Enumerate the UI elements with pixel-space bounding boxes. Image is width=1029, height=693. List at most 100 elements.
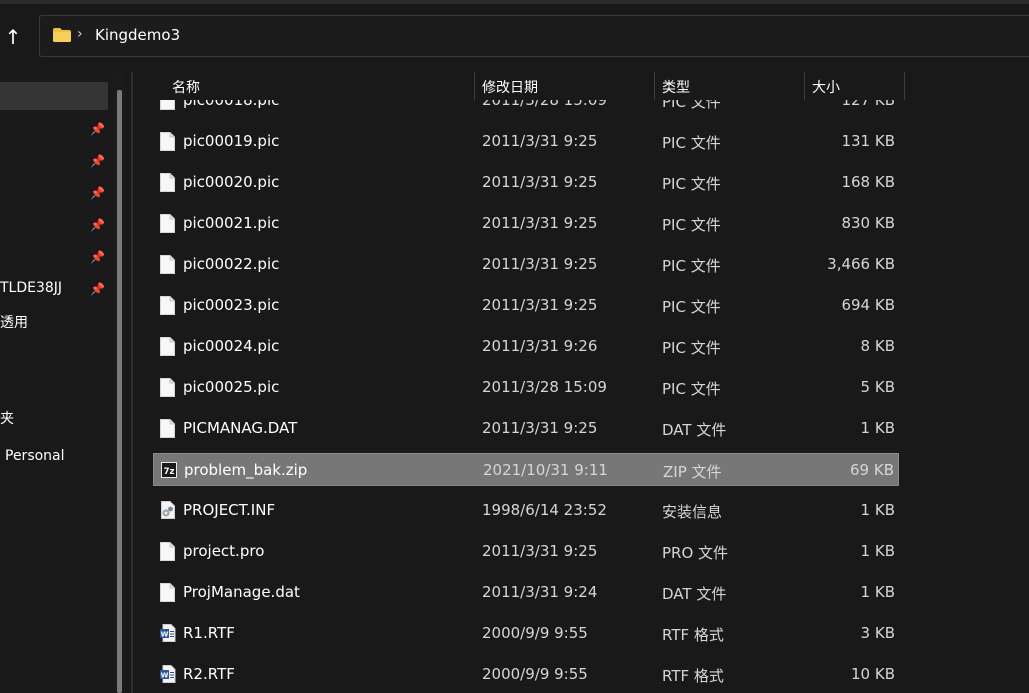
column-modified[interactable]: 修改日期 [482,77,538,97]
svg-text:W: W [161,631,169,639]
file-name: pic00020.pic [183,173,280,191]
word-doc-icon: W [160,624,176,643]
file-row[interactable]: project.pro 2011/3/31 9:25 PRO 文件 1 KB [153,535,899,568]
file-size: 5 KB [860,378,895,396]
file-row[interactable]: W R2.RTF 2000/9/9 9:55 RTF 格式 10 KB [153,658,899,691]
navigation-pane: 📌 📌 📌 📌 📌 📌 TLDE38JJ 透用 夹 Personal [0,72,130,693]
file-name: pic00022.pic [183,255,280,273]
file-name: problem_bak.zip [184,461,308,479]
file-row[interactable]: pic00022.pic 2011/3/31 9:25 PIC 文件 3,466 KB [153,248,899,281]
folder-icon [53,28,71,42]
file-size: 830 KB [841,214,895,232]
file-row[interactable]: PICMANAG.DAT 2011/3/31 9:25 DAT 文件 1 KB [153,412,899,445]
file-date: 2021/10/31 9:11 [483,461,608,479]
file-row[interactable]: pic00023.pic 2011/3/31 9:25 PIC 文件 694 KB [153,289,899,322]
file-row[interactable]: pic00025.pic 2011/3/28 15:09 PIC 文件 5 KB [153,371,899,404]
nav-item-selected[interactable] [0,82,108,110]
nav-item-label[interactable]: TLDE38JJ [0,280,62,296]
column-divider[interactable] [474,72,475,100]
file-type: PIC 文件 [662,134,721,152]
file-name: pic00019.pic [183,132,280,150]
pin-icon: 📌 [90,154,105,168]
file-row[interactable]: pic00019.pic 2011/3/31 9:25 PIC 文件 131 KB [153,125,899,158]
file-icon [160,419,175,438]
file-icon [160,132,175,151]
address-toolbar: ↑ › Kingdemo3 [0,0,1029,72]
file-row-selected[interactable]: 7z problem_bak.zip 2021/10/31 9:11 ZIP 文件 69… [153,453,899,486]
breadcrumb-chevron-icon[interactable]: › [77,26,83,42]
file-name: pic00025.pic [183,378,280,396]
file-type: RTF 格式 [662,626,724,644]
svg-text:7z: 7z [164,467,175,477]
column-size[interactable]: 大小 [812,77,840,97]
file-row[interactable]: PROJECT.INF 1998/6/14 23:52 安装信息 1 KB [153,494,899,527]
file-size: 1 KB [860,583,895,601]
file-size: 1 KB [860,419,895,437]
window-top-edge [0,0,1029,4]
svg-text:W: W [161,672,169,680]
file-name: pic00024.pic [183,337,280,355]
file-size: 1 KB [860,542,895,560]
file-icon [160,583,175,602]
file-name: R1.RTF [183,624,235,642]
file-icon [160,337,175,356]
address-bar[interactable]: › Kingdemo3 [39,15,1029,57]
file-type: PIC 文件 [662,339,721,357]
setup-info-icon [160,501,175,520]
column-type[interactable]: 类型 [662,77,690,97]
up-button[interactable]: ↑ [0,22,26,52]
file-type: PIC 文件 [662,257,721,275]
file-name: pic00023.pic [183,296,280,314]
file-date: 2011/3/28 15:09 [482,378,607,396]
7z-archive-icon: 7z [161,461,177,480]
file-icon [160,173,175,192]
sort-ascending-icon: ^ [315,72,323,77]
file-date: 2000/9/9 9:55 [482,624,588,642]
file-row[interactable]: pic00021.pic 2011/3/31 9:25 PIC 文件 830 KB [153,207,899,240]
nav-scrollbar-thumb[interactable] [117,90,122,693]
file-size: 69 KB [850,461,894,479]
file-date: 2011/3/31 9:24 [482,583,598,601]
file-date: 2011/3/31 9:25 [482,214,598,232]
column-name[interactable]: 名称 [172,77,200,97]
pin-icon: 📌 [90,186,105,200]
file-date: 2011/3/31 9:25 [482,419,598,437]
file-name: project.pro [183,542,265,560]
file-size: 3 KB [860,624,895,642]
file-type: 安装信息 [662,503,723,521]
file-size: 10 KB [851,665,895,683]
file-row[interactable]: pic00020.pic 2011/3/31 9:25 PIC 文件 168 KB [153,166,899,199]
file-size: 8 KB [860,337,895,355]
nav-item-label[interactable]: 夹 [0,408,14,428]
file-row[interactable]: W R1.RTF 2000/9/9 9:55 RTF 格式 3 KB [153,617,899,650]
file-date: 2011/3/31 9:25 [482,173,598,191]
file-row[interactable]: pic00024.pic 2011/3/31 9:26 PIC 文件 8 KB [153,330,899,363]
file-row[interactable]: ProjManage.dat 2011/3/31 9:24 DAT 文件 1 KB [153,576,899,609]
column-divider[interactable] [904,72,905,100]
file-type: PIC 文件 [662,216,721,234]
nav-item-label[interactable]: 透用 [0,312,28,332]
pin-icon: 📌 [90,250,105,264]
column-divider[interactable] [804,72,805,100]
file-date: 2011/3/31 9:25 [482,255,598,273]
file-name: R2.RTF [183,665,235,683]
column-divider[interactable] [654,72,655,100]
file-name: PICMANAG.DAT [183,419,298,437]
file-type: RTF 格式 [662,667,724,685]
file-size: 1 KB [860,501,895,519]
file-size: 131 KB [841,132,895,150]
file-size: 694 KB [841,296,895,314]
file-date: 2011/3/31 9:26 [482,337,598,355]
file-date: 2011/3/31 9:25 [482,542,598,560]
file-type: PIC 文件 [662,380,721,398]
file-type: ZIP 文件 [663,463,722,481]
nav-item-label[interactable]: Personal [5,448,65,464]
breadcrumb-folder[interactable]: Kingdemo3 [95,26,180,44]
file-size: 168 KB [841,173,895,191]
file-icon [160,542,175,561]
file-list: pic00018.pic 2011/3/28 15:09 PIC 文件 127 KB p… [133,72,1029,693]
pin-icon: 📌 [90,282,105,296]
file-date: 2011/3/31 9:25 [482,296,598,314]
file-name: PROJECT.INF [183,501,276,519]
file-type: PRO 文件 [662,544,729,562]
